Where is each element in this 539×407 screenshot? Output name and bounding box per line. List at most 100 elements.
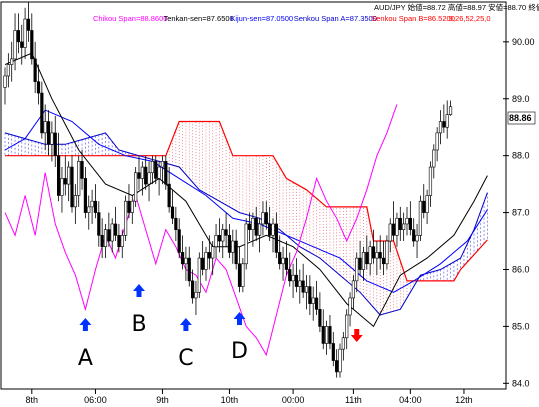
candle-body [127, 200, 131, 213]
candle-body [365, 252, 369, 265]
annotation-label: C [178, 346, 193, 371]
x-tick-label: 9th [156, 395, 169, 405]
candle-body [23, 18, 27, 48]
candle-body [140, 166, 144, 179]
candle-body [13, 30, 17, 60]
candle-body [214, 235, 218, 248]
candle-body [177, 229, 181, 253]
candle-body [428, 166, 433, 196]
y-tick-label: 88.0 [512, 151, 530, 161]
candle-body [442, 121, 446, 128]
candle-body [36, 81, 41, 94]
candle-body [432, 149, 436, 168]
candle-body [130, 200, 134, 213]
candle-body [355, 257, 359, 282]
candle-body [341, 337, 345, 350]
candle-body [314, 297, 319, 310]
candle-body [318, 309, 322, 327]
candle-body [412, 229, 416, 242]
x-tick-label: 8th [26, 395, 39, 405]
candle-body [257, 223, 262, 236]
candle-body [110, 223, 114, 242]
candle-body [298, 280, 302, 287]
candle-body [331, 343, 335, 361]
candle-body [247, 223, 252, 230]
candle-body [448, 106, 453, 115]
candle-body [83, 178, 87, 213]
candle-body [261, 212, 265, 225]
y-tick-label: 84.0 [512, 378, 530, 388]
candle-body [435, 132, 439, 151]
candle-body [244, 223, 248, 265]
candle-body [381, 257, 386, 265]
candle-body [311, 297, 315, 304]
candle-body [361, 252, 366, 270]
x-tick-label: 12th [455, 395, 473, 405]
x-tick-label: 11th [345, 395, 362, 405]
candle-body [93, 200, 98, 213]
candle-body [43, 121, 47, 134]
candle-body [418, 200, 423, 236]
candle-body [281, 257, 285, 265]
candle-body [301, 280, 305, 293]
candle-body [201, 257, 205, 270]
candle-body [137, 172, 141, 179]
candle-body [70, 166, 74, 208]
candle-body [288, 269, 292, 282]
candle-body [147, 172, 151, 185]
candle-body [268, 223, 272, 236]
candle-body [405, 217, 409, 225]
legend-item: Tenkan-sen=87.6500 [163, 14, 233, 23]
candle-body [73, 195, 77, 208]
candle-body [371, 246, 376, 259]
candle-body [328, 326, 332, 344]
legend-item: Kijun-sen=87.0500 [230, 14, 293, 23]
candle-body [174, 217, 178, 230]
y-tick-label: 86.0 [512, 264, 530, 274]
candle-body [321, 326, 325, 344]
y-tick-label: 87.0 [512, 208, 530, 218]
candle-body [144, 166, 148, 185]
candle-body [170, 206, 175, 219]
candle-body [3, 75, 7, 88]
candle-body [398, 217, 402, 230]
candle-body [67, 166, 71, 185]
candle-body [234, 240, 238, 265]
candle-body [6, 64, 10, 77]
candle-body [97, 212, 101, 236]
x-tick-label: 06:00 [84, 395, 107, 405]
candle-body [157, 166, 161, 179]
candle-body [197, 257, 201, 293]
last-price-label: 88.86 [509, 113, 532, 123]
candle-body [438, 121, 443, 134]
candle-body [50, 132, 54, 145]
candle-body [378, 252, 382, 259]
candle-body [103, 229, 108, 248]
candle-body [211, 246, 215, 259]
candle-body [60, 178, 64, 196]
legend-settings: 9,26,52,25,0 [449, 14, 491, 23]
candle-body [385, 240, 389, 265]
candle-body [425, 195, 429, 213]
candle-body [231, 240, 235, 253]
candle-body [422, 200, 426, 213]
candle-body [46, 121, 51, 145]
candle-body [194, 291, 198, 299]
candle-body [274, 223, 278, 253]
y-tick-label: 89.0 [512, 94, 530, 104]
x-tick-label: 10th [221, 395, 239, 405]
candle-body [204, 252, 208, 270]
y-tick-label: 85.0 [512, 321, 530, 331]
chart-title: AUD/JPY 始値=88.72 高値=88.97 安値=88.70 終値=88… [374, 2, 539, 12]
candle-body [402, 223, 406, 230]
candle-body [445, 114, 449, 128]
legend-item: Chikou Span=88.8600 [93, 14, 167, 23]
candle-body [80, 161, 84, 179]
candle-body [415, 235, 419, 242]
candle-body [77, 161, 81, 196]
candle-body [227, 235, 232, 253]
candle-body [241, 263, 245, 287]
candle-body [308, 286, 312, 304]
candle-body [154, 161, 158, 179]
candle-body [184, 257, 188, 265]
